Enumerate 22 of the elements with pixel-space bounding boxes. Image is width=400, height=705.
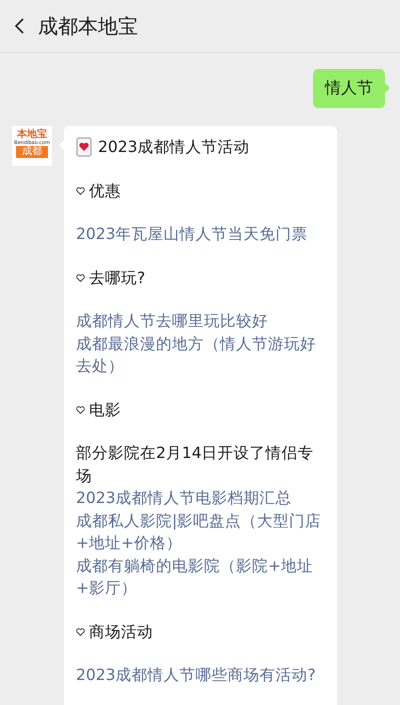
back-icon[interactable] bbox=[14, 17, 26, 35]
article-title: 2023成都情人节活动 bbox=[98, 137, 250, 158]
heart-icon bbox=[76, 628, 85, 636]
article-link[interactable]: 成都情人节去哪里玩比较好 bbox=[76, 310, 325, 332]
article-link[interactable]: 2023成都情人节哪些商场有活动? bbox=[76, 664, 325, 686]
heart-icon bbox=[76, 186, 85, 195]
bubble-tail bbox=[385, 83, 390, 93]
article-link[interactable]: 成都私人影院|影吧盘点（大型门店+地址+价格） bbox=[76, 510, 325, 554]
chat-title: 成都本地宝 bbox=[38, 12, 138, 40]
section-heading: 电影 bbox=[89, 400, 121, 420]
article-link[interactable]: 成都最浪漫的地方（情人节游玩好去处） bbox=[76, 332, 325, 378]
heart-card-icon bbox=[76, 137, 92, 158]
article-link[interactable]: 2023成都情人节电影档期汇总 bbox=[76, 487, 325, 510]
section-heading: 优惠 bbox=[89, 180, 121, 202]
sent-message: 情人节 bbox=[313, 69, 385, 108]
heart-icon bbox=[76, 406, 85, 414]
article-link[interactable]: 2023年瓦屋山情人节当天免门票 bbox=[76, 223, 325, 246]
article-link[interactable]: 成都有躺椅的电影院（影院+地址+影厅） bbox=[76, 554, 325, 600]
section-heading: 商场活动 bbox=[89, 622, 153, 642]
section-heading: 去哪玩? bbox=[89, 268, 146, 288]
body-text: 部分影院在2月14日开设了情侣专场 bbox=[76, 443, 315, 486]
heart-icon bbox=[76, 274, 85, 282]
